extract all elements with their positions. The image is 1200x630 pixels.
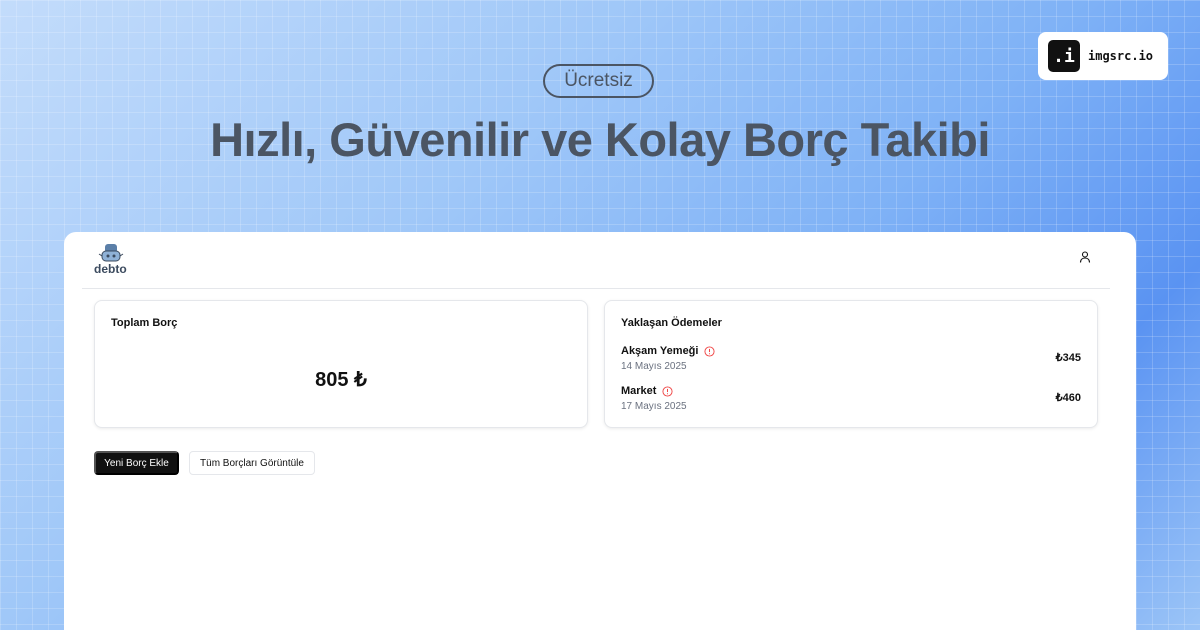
- app-header: debto: [82, 232, 1110, 289]
- debto-logo-text: debto: [94, 262, 127, 276]
- payment-date: 17 Mayıs 2025: [621, 401, 687, 412]
- payment-date: 14 Mayıs 2025: [621, 361, 687, 372]
- total-debt-card: Toplam Borç 805 ₺: [94, 300, 588, 428]
- payment-row[interactable]: Market 17 Mayıs 2025 ₺460: [621, 385, 1081, 415]
- hero-headline: Hızlı, Güvenilir ve Kolay Borç Takibi: [210, 113, 990, 166]
- free-badge: Ücretsiz: [543, 64, 654, 98]
- payment-name: Market: [621, 385, 657, 397]
- payment-amount: ₺460: [1055, 392, 1081, 404]
- imgsrc-brand-name: imgsrc.io: [1088, 49, 1154, 63]
- upcoming-payments-title: Yaklaşan Ödemeler: [621, 317, 722, 329]
- imgsrc-brand[interactable]: .i imgsrc.io: [1038, 32, 1168, 80]
- payment-name: Akşam Yemeği: [621, 345, 699, 357]
- total-debt-title: Toplam Borç: [111, 317, 178, 329]
- payment-name-wrap: Market: [621, 385, 674, 397]
- free-badge-label: Ücretsiz: [564, 70, 633, 91]
- total-debt-amount: 805 ₺: [315, 369, 367, 391]
- payment-row[interactable]: Akşam Yemeği 14 Mayıs 2025 ₺345: [621, 345, 1081, 375]
- imgsrc-logo-icon: .i: [1048, 40, 1080, 72]
- upcoming-payments-card: Yaklaşan Ödemeler Akşam Yemeği 14 Mayıs …: [604, 300, 1098, 428]
- alert-circle-icon: [704, 345, 716, 357]
- alert-circle-icon: [662, 385, 674, 397]
- payment-amount: ₺345: [1055, 352, 1081, 364]
- add-debt-button[interactable]: Yeni Borç Ekle: [94, 451, 179, 475]
- user-icon[interactable]: [1078, 250, 1092, 264]
- view-all-debts-button[interactable]: Tüm Borçları Görüntüle: [189, 451, 315, 475]
- app-window: debto Toplam Borç 805 ₺ Yaklaşan Ödemele…: [64, 232, 1136, 630]
- payment-name-wrap: Akşam Yemeği: [621, 345, 716, 357]
